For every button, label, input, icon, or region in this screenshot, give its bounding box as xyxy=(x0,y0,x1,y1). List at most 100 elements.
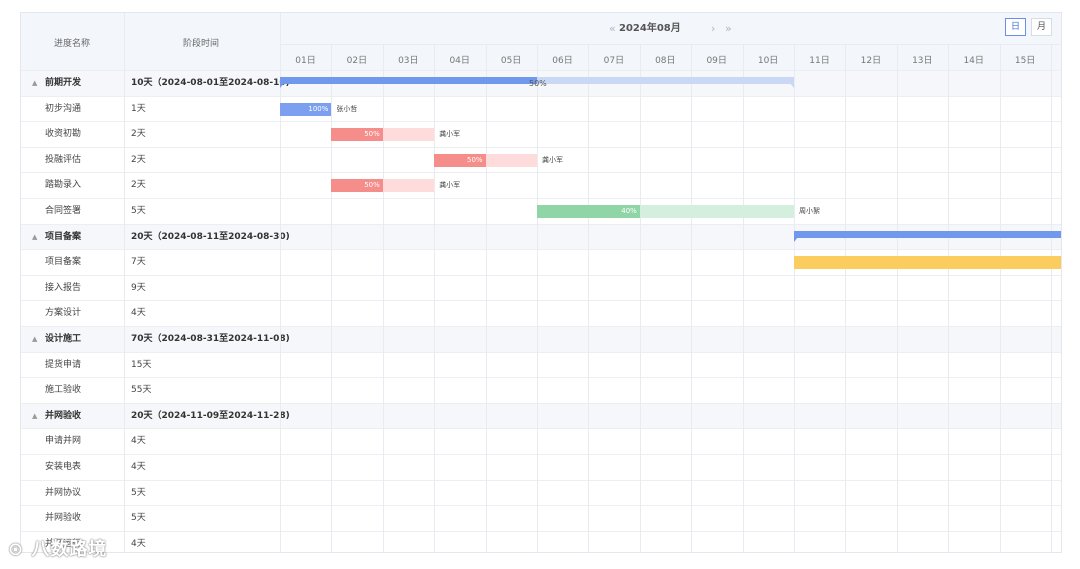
day-divider xyxy=(331,45,333,552)
row-divider xyxy=(21,198,1061,199)
task-duration: 55天 xyxy=(131,385,152,396)
task-name[interactable]: 项目备案 xyxy=(45,250,140,275)
task-duration: 4天 xyxy=(131,308,146,319)
task-name[interactable]: 并网验收 xyxy=(45,506,140,531)
task-percent-label: 40% xyxy=(621,207,637,215)
day-header-6: 06日 xyxy=(552,56,573,66)
group-name[interactable]: 前期开发 xyxy=(45,71,140,96)
task-duration: 7天 xyxy=(131,257,146,268)
day-divider xyxy=(845,45,847,552)
day-header-15: 15日 xyxy=(1014,56,1036,66)
task-owner: 张小哲 xyxy=(336,104,358,113)
day-header-12: 12日 xyxy=(860,56,882,66)
task-name[interactable]: 合同签署 xyxy=(45,199,140,224)
prev-year-button[interactable]: « xyxy=(609,22,616,36)
task-name[interactable]: 接入报告 xyxy=(45,276,140,301)
collapse-caret-icon[interactable]: ▲ xyxy=(32,71,37,96)
group-duration: 20天（2024-11-09至2024-11-28) xyxy=(131,410,290,421)
task-bar[interactable]: 50% xyxy=(331,179,435,193)
task-bar[interactable]: 100% xyxy=(280,102,332,116)
next-month-button[interactable]: › xyxy=(711,22,715,36)
task-duration: 2天 xyxy=(131,154,146,165)
task-duration: 4天 xyxy=(131,462,146,472)
task-bar-progress xyxy=(794,256,1061,270)
watermark-text: 八数路境 xyxy=(31,539,108,560)
summary-start-tick xyxy=(794,236,798,242)
task-owner: 龚小军 xyxy=(542,155,563,164)
task-bar[interactable]: 50% xyxy=(331,128,435,142)
day-header-3: 03日 xyxy=(398,56,419,66)
view-day-toggle[interactable]: 日 xyxy=(1005,18,1026,36)
collapse-caret-icon[interactable]: ▲ xyxy=(32,327,37,352)
watermark-icon: ⊙ xyxy=(8,539,25,560)
day-divider xyxy=(742,45,744,552)
summary-percent-label: 50% xyxy=(529,79,547,88)
group-duration: 10天（2024-08-01至2024-08-10) xyxy=(131,78,290,88)
next-year-button[interactable]: » xyxy=(725,22,732,36)
day-divider xyxy=(434,45,436,552)
row-divider xyxy=(21,274,1061,276)
task-name[interactable]: 并网协议 xyxy=(45,481,140,506)
group-name[interactable]: 项目备案 xyxy=(45,225,140,250)
task-owner: 龚小军 xyxy=(439,130,461,139)
task-bar[interactable]: 40% xyxy=(537,205,794,218)
task-bar[interactable] xyxy=(794,256,1061,270)
row-divider xyxy=(21,454,1061,455)
summary-bar-progress xyxy=(794,230,1061,238)
row-divider xyxy=(21,530,1061,532)
day-header-7: 07日 xyxy=(603,56,625,66)
row-divider xyxy=(21,249,1061,251)
row-divider xyxy=(21,505,1061,507)
summary-start-tick xyxy=(280,83,284,88)
task-percent-label: 50% xyxy=(467,155,483,164)
task-name[interactable]: 申请并网 xyxy=(45,429,140,454)
group-name[interactable]: 设计施工 xyxy=(45,327,140,352)
task-name[interactable]: 投融评估 xyxy=(45,148,140,173)
group-name[interactable]: 并网验收 xyxy=(45,404,140,429)
row-divider xyxy=(21,95,1061,97)
day-header-8: 08日 xyxy=(655,56,676,66)
day-divider xyxy=(691,45,693,552)
row-divider xyxy=(21,402,1061,404)
task-name[interactable]: 踏勘录入 xyxy=(45,173,140,198)
task-name[interactable]: 初步沟通 xyxy=(45,97,140,122)
task-duration: 4天 xyxy=(131,436,146,447)
task-name[interactable]: 施工验收 xyxy=(45,378,140,403)
task-name[interactable]: 安装电表 xyxy=(45,455,140,480)
watermark-logo: ⊙ 八数路境 xyxy=(8,535,107,561)
column-divider xyxy=(280,13,281,552)
collapse-caret-icon[interactable]: ▲ xyxy=(32,225,37,250)
day-header-5: 05日 xyxy=(500,56,522,66)
collapse-caret-icon[interactable]: ▲ xyxy=(32,404,37,429)
summary-bar[interactable] xyxy=(794,230,1061,238)
column-divider xyxy=(124,13,125,552)
day-divider xyxy=(485,45,487,552)
day-header-4: 04日 xyxy=(449,56,470,66)
day-divider xyxy=(948,45,950,552)
row-divider xyxy=(21,300,1061,302)
row-divider xyxy=(21,377,1061,379)
group-duration: 70天（2024-08-31至2024-11-08) xyxy=(131,334,290,344)
day-divider xyxy=(794,45,795,552)
task-name[interactable]: 方案设计 xyxy=(45,301,140,326)
day-divider xyxy=(999,45,1001,552)
day-header-14: 14日 xyxy=(963,56,984,66)
day-header-1: 01日 xyxy=(295,56,316,66)
row-divider xyxy=(21,121,1061,123)
header-divider xyxy=(21,70,1061,71)
summary-bar-progress xyxy=(280,77,537,84)
task-bar[interactable]: 50% xyxy=(434,153,537,167)
task-name[interactable]: 收资初勘 xyxy=(45,122,140,147)
day-divider xyxy=(896,45,898,552)
day-divider xyxy=(588,45,590,552)
header-mid-divider xyxy=(280,44,1061,45)
day-header-2: 02日 xyxy=(346,56,368,66)
task-name[interactable]: 提货申请 xyxy=(45,353,140,378)
day-header-10: 10日 xyxy=(757,56,779,66)
row-divider xyxy=(21,479,1061,481)
task-percent-label: 50% xyxy=(364,181,380,190)
task-duration: 5天 xyxy=(131,487,146,498)
day-divider xyxy=(1051,45,1052,552)
task-owner: 龚小军 xyxy=(439,181,461,190)
view-month-toggle[interactable]: 月 xyxy=(1031,18,1052,36)
